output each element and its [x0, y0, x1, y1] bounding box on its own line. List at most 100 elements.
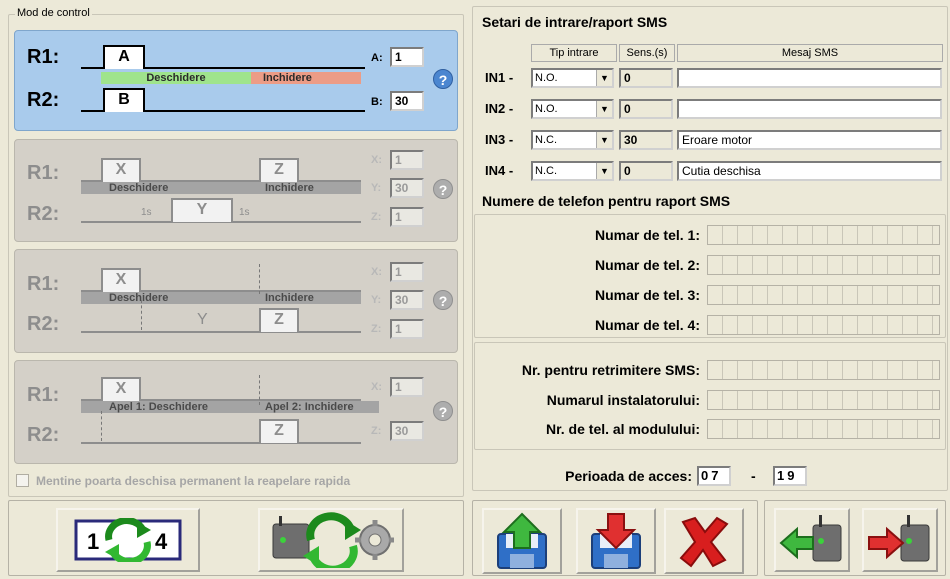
input-2-label: IN2 - [485, 101, 514, 116]
module-number-input[interactable] [707, 419, 940, 439]
module-sync-icon [272, 512, 394, 568]
help-icon[interactable]: ? [433, 69, 453, 89]
param-z-label: Z: [371, 211, 382, 223]
input-1-type-value: N.O. [535, 72, 558, 84]
timing-guide [259, 375, 260, 405]
param-y-label: Y: [371, 294, 382, 306]
param-x-label: X: [371, 266, 382, 278]
module-sync-button[interactable] [258, 508, 404, 572]
save-upload-button[interactable] [482, 508, 562, 574]
relay-a-box: A [103, 45, 145, 69]
installer-number-label: Numarul instalatorului: [546, 392, 700, 408]
keep-open-label: Mentine poarta deschisa permanent la rea… [36, 474, 351, 488]
write-to-module-icon [868, 515, 930, 562]
delay-1s-label: 1s [141, 207, 152, 218]
phone-1-label: Numar de tel. 1: [594, 227, 700, 243]
param-z-input[interactable]: 1 [390, 319, 424, 339]
help-icon[interactable]: ? [433, 290, 453, 310]
control-mode-panel-4[interactable]: R1: R2: X Apel 1: Deschidere Apel 2: Inc… [14, 360, 458, 464]
r2-label: R2: [27, 313, 60, 335]
relay-y-box: Y [171, 198, 233, 222]
param-x-input[interactable]: 1 [390, 377, 424, 397]
control-mode-panel-3[interactable]: R1: R2: X Deschidere Inchidere Y Z X: 1 … [14, 249, 458, 353]
input-1-sms-message[interactable] [677, 68, 942, 88]
access-to-input[interactable]: 19 [773, 466, 807, 486]
open-bar: Deschidere [101, 72, 251, 84]
access-separator: - [751, 468, 756, 484]
resend-number-input[interactable] [707, 360, 940, 380]
input-2-sms-message[interactable] [677, 99, 942, 119]
param-x-label: X: [371, 381, 382, 393]
input-1-type-select[interactable]: N.O. ▼ [531, 68, 614, 88]
installer-number-input[interactable] [707, 390, 940, 410]
delete-button[interactable] [664, 508, 744, 574]
control-mode-panel-2[interactable]: R1: R2: X Z Deschidere Inchidere Y 1s 1s… [14, 139, 458, 242]
open-bar: Deschidere [81, 182, 261, 194]
reorder-icon: 1 4 [74, 518, 182, 562]
param-b-input[interactable]: 30 [390, 91, 424, 111]
phone-2-input[interactable] [707, 255, 940, 275]
input-1-sens-input[interactable]: 0 [619, 68, 673, 88]
input-2-type-select[interactable]: N.O. ▼ [531, 99, 614, 119]
control-mode-panel-1[interactable]: R1: R2: A Deschidere Inchidere B A: 1 B:… [14, 30, 458, 131]
param-x-input[interactable]: 1 [390, 150, 424, 170]
input-4-type-value: N.C. [535, 165, 557, 177]
input-2-sens-input[interactable]: 0 [619, 99, 673, 119]
input-1-label: IN1 - [485, 70, 514, 85]
input-3-sens-input[interactable]: 30 [619, 130, 673, 150]
r1-label: R1: [27, 273, 60, 295]
param-z-label: Z: [371, 323, 382, 335]
param-x-input[interactable]: 1 [390, 262, 424, 282]
read-from-module-button[interactable] [774, 508, 850, 572]
dropdown-arrow-icon[interactable]: ▼ [596, 132, 612, 148]
phone-1-input[interactable] [707, 225, 940, 245]
reorder-button[interactable]: 1 4 [56, 508, 200, 572]
timing-guide [259, 264, 260, 294]
param-z-label: Z: [371, 425, 382, 437]
relay-z-box: Z [259, 419, 299, 443]
reorder-number-4: 4 [155, 529, 168, 554]
param-z-input[interactable]: 30 [390, 421, 424, 441]
keep-open-checkbox[interactable] [16, 474, 29, 487]
param-y-input[interactable]: 30 [390, 290, 424, 310]
r2-label: R2: [27, 424, 60, 446]
param-z-input[interactable]: 1 [390, 207, 424, 227]
r2-label: R2: [27, 89, 60, 111]
param-a-label: A: [371, 52, 383, 64]
phone-4-input[interactable] [707, 315, 940, 335]
write-to-module-button[interactable] [862, 508, 938, 572]
r1-timeline-end [145, 67, 365, 69]
dropdown-arrow-icon[interactable]: ▼ [596, 70, 612, 86]
input-4-sens-input[interactable]: 0 [619, 161, 673, 181]
input-3-sms-message[interactable]: Eroare motor [677, 130, 942, 150]
param-a-input[interactable]: 1 [390, 47, 424, 67]
resend-number-label: Nr. pentru retrimitere SMS: [521, 362, 700, 378]
timing-guide [141, 300, 142, 330]
param-y-input[interactable]: 30 [390, 178, 424, 198]
delete-icon [679, 516, 729, 568]
help-icon[interactable]: ? [433, 179, 453, 199]
input-3-type-select[interactable]: N.C. ▼ [531, 130, 614, 150]
phone-2-label: Numar de tel. 2: [594, 257, 700, 273]
module-number-label: Nr. de tel. al modulului: [545, 421, 700, 437]
save-download-button[interactable] [576, 508, 656, 574]
r2-timeline [81, 331, 361, 333]
access-from-input[interactable]: 07 [697, 466, 731, 486]
phone-3-input[interactable] [707, 285, 940, 305]
dropdown-arrow-icon[interactable]: ▼ [596, 163, 612, 179]
dropdown-arrow-icon[interactable]: ▼ [596, 101, 612, 117]
r2-timeline-end [145, 110, 365, 112]
read-from-module-icon [779, 515, 842, 562]
phone-numbers-title: Numere de telefon pentru raport SMS [482, 193, 731, 209]
help-icon[interactable]: ? [433, 401, 453, 421]
col-header-msg: Mesaj SMS [677, 44, 943, 62]
timing-guide [101, 411, 102, 441]
input-4-type-select[interactable]: N.C. ▼ [531, 161, 614, 181]
input-4-sms-message[interactable]: Cutia deschisa [677, 161, 942, 181]
close-bar: Inchidere [261, 292, 361, 304]
delay-1s-label: 1s [239, 207, 250, 218]
relay-y-label: Y [197, 311, 208, 328]
input-3-type-value: N.C. [535, 134, 557, 146]
relay-z-box: Z [259, 158, 299, 182]
relay-b-box: B [103, 88, 145, 112]
